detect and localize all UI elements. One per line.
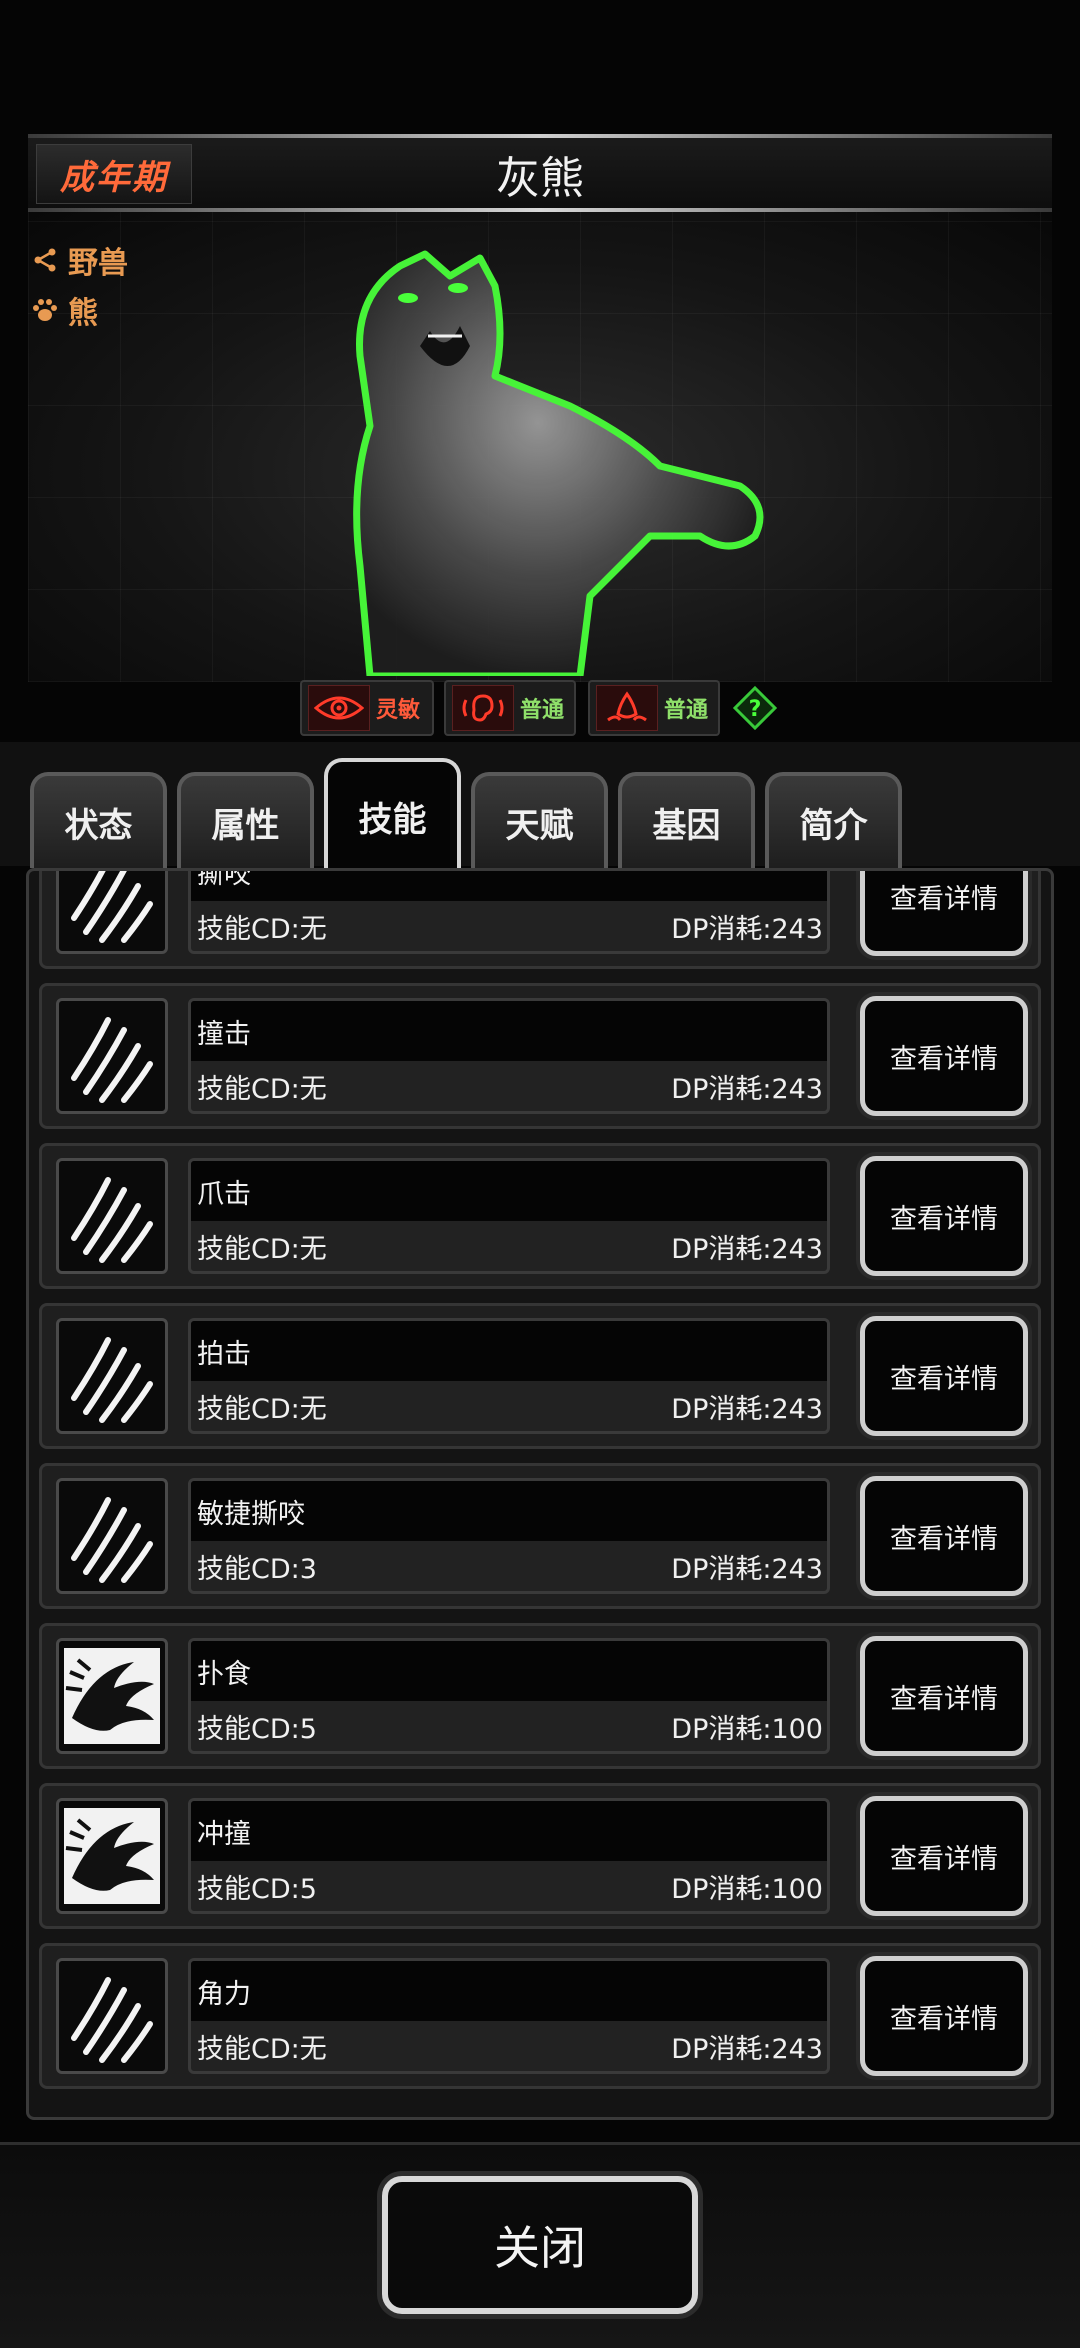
tag-label: 熊 <box>68 296 98 331</box>
skill-cooldown: 技能CD:无 <box>197 1233 327 1265</box>
skill-row: 角力技能CD:无 DP消耗:243 查看详情 <box>39 1943 1041 2089</box>
paw-icon <box>30 295 60 325</box>
claw-icon <box>56 1958 168 2074</box>
view-details-button[interactable]: 查看详情 <box>860 871 1028 956</box>
skill-cooldown: 技能CD:5 <box>197 1873 317 1905</box>
skill-info-panel: 敏捷撕咬技能CD:3 DP消耗:243 <box>188 1478 830 1594</box>
claw-icon <box>56 871 168 954</box>
skill-name: 扑食 <box>191 1641 827 1701</box>
tag-label: 野兽 <box>68 246 128 281</box>
skill-dp-cost: DP消耗:243 <box>671 1073 823 1105</box>
skill-name: 撕咬 <box>191 871 827 901</box>
tag-species: 熊 <box>30 290 98 331</box>
skill-name: 角力 <box>191 1961 827 2021</box>
page-title: 灰熊 <box>496 153 584 204</box>
view-details-button[interactable]: 查看详情 <box>860 1796 1028 1916</box>
tab-attributes[interactable]: 属性 <box>177 772 314 868</box>
ear-icon <box>452 685 514 731</box>
share-icon <box>30 245 60 275</box>
skill-name: 爪击 <box>191 1161 827 1221</box>
view-details-button[interactable]: 查看详情 <box>860 1956 1028 2076</box>
tab-intro[interactable]: 简介 <box>765 772 902 868</box>
skill-dp-cost: DP消耗:100 <box>671 1713 823 1745</box>
stat-vision: 灵敏 <box>300 680 434 736</box>
skill-row: 撞击技能CD:无 DP消耗:243 查看详情 <box>39 983 1041 1129</box>
skill-row: 扑食技能CD:5 DP消耗:100 查看详情 <box>39 1623 1041 1769</box>
svg-text:?: ? <box>749 697 762 722</box>
tab-skills[interactable]: 技能 <box>324 758 461 870</box>
stat-smell-label: 普通 <box>664 698 709 723</box>
pounce-icon <box>56 1798 168 1914</box>
claw-icon <box>56 1478 168 1594</box>
tag-category: 野兽 <box>30 240 128 281</box>
skill-info-panel: 扑食技能CD:5 DP消耗:100 <box>188 1638 830 1754</box>
tab-status[interactable]: 状态 <box>30 772 167 868</box>
skill-row: 爪击技能CD:无 DP消耗:243 查看详情 <box>39 1143 1041 1289</box>
skill-dp-cost: DP消耗:243 <box>671 1393 823 1425</box>
creature-portrait <box>330 236 770 680</box>
skill-row: 敏捷撕咬技能CD:3 DP消耗:243 查看详情 <box>39 1463 1041 1609</box>
skill-cooldown: 技能CD:无 <box>197 2033 327 2065</box>
tab-talents[interactable]: 天赋 <box>471 772 608 868</box>
skill-cooldown: 技能CD:3 <box>197 1553 317 1585</box>
claw-icon <box>56 998 168 1114</box>
skill-info-panel: 爪击技能CD:无 DP消耗:243 <box>188 1158 830 1274</box>
eye-icon <box>308 685 370 731</box>
view-details-button[interactable]: 查看详情 <box>860 996 1028 1116</box>
skill-row: 冲撞技能CD:5 DP消耗:100 查看详情 <box>39 1783 1041 1929</box>
stat-hearing: 普通 <box>444 680 576 736</box>
skill-dp-cost: DP消耗:100 <box>671 1873 823 1905</box>
skill-name: 敏捷撕咬 <box>191 1481 827 1541</box>
pounce-icon <box>56 1638 168 1754</box>
skill-name: 冲撞 <box>191 1801 827 1861</box>
skill-info-panel: 撕咬技能CD:无 DP消耗:243 <box>188 871 830 954</box>
view-details-button[interactable]: 查看详情 <box>860 1636 1028 1756</box>
skill-dp-cost: DP消耗:243 <box>671 1233 823 1265</box>
skill-name: 撞击 <box>191 1001 827 1061</box>
skill-row: 拍击技能CD:无 DP消耗:243 查看详情 <box>39 1303 1041 1449</box>
skill-cooldown: 技能CD:无 <box>197 1073 327 1105</box>
skill-cooldown: 技能CD:无 <box>197 913 327 945</box>
skill-list[interactable]: 撕咬 技能CD:无 DP消耗:243 查看详情 撞击 技能CD:无 DP消耗:243 查看详情… <box>26 868 1054 2120</box>
tab-genes[interactable]: 基因 <box>618 772 755 868</box>
stat-hearing-label: 普通 <box>520 698 565 723</box>
skill-row: 撕咬技能CD:无 DP消耗:243 查看详情 <box>39 871 1041 969</box>
skill-info-panel: 拍击技能CD:无 DP消耗:243 <box>188 1318 830 1434</box>
nose-icon <box>596 685 658 731</box>
skill-cooldown: 技能CD:无 <box>197 1393 327 1425</box>
skill-info-panel: 撞击技能CD:无 DP消耗:243 <box>188 998 830 1114</box>
skill-cooldown: 技能CD:5 <box>197 1713 317 1745</box>
view-details-button[interactable]: 查看详情 <box>860 1316 1028 1436</box>
skill-name: 拍击 <box>191 1321 827 1381</box>
stat-vision-label: 灵敏 <box>376 698 421 723</box>
stat-smell: 普通 <box>588 680 720 736</box>
claw-icon <box>56 1318 168 1434</box>
skill-info-panel: 角力技能CD:无 DP消耗:243 <box>188 1958 830 2074</box>
view-details-button[interactable]: 查看详情 <box>860 1476 1028 1596</box>
skill-dp-cost: DP消耗:243 <box>671 2033 823 2065</box>
skill-info-panel: 冲撞技能CD:5 DP消耗:100 <box>188 1798 830 1914</box>
question-icon[interactable]: ? <box>732 685 778 731</box>
view-details-button[interactable]: 查看详情 <box>860 1156 1028 1276</box>
skill-dp-cost: DP消耗:243 <box>671 1553 823 1585</box>
skill-dp-cost: DP消耗:243 <box>671 913 823 945</box>
close-button[interactable]: 关闭 <box>382 2176 698 2314</box>
claw-icon <box>56 1158 168 1274</box>
skill-list-scroll: 撕咬 技能CD:无 DP消耗:243 查看详情 撞击 技能CD:无 DP消耗:243 查看详情… <box>29 871 1051 2117</box>
